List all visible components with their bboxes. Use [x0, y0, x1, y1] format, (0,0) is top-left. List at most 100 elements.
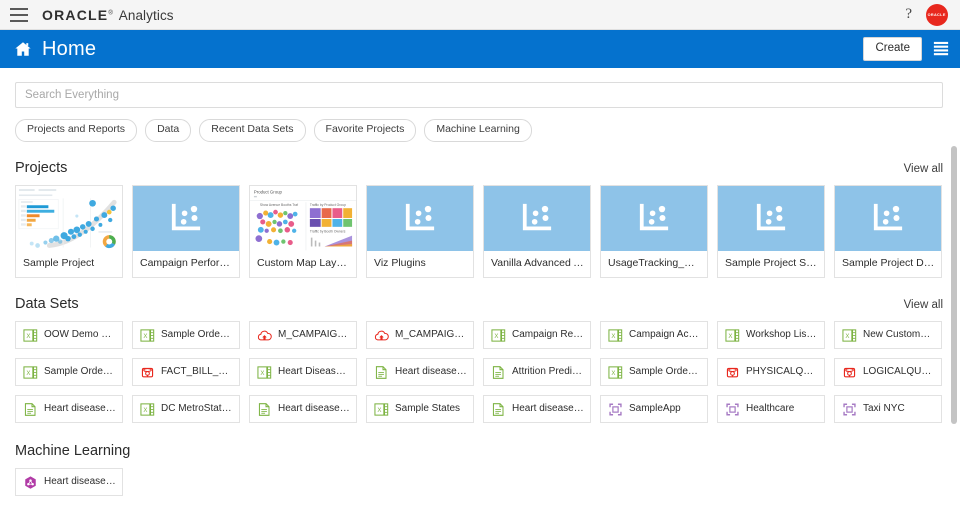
project-card[interactable]: Sample Project SA Based — [717, 184, 825, 279]
dataset-card[interactable]: PHYSICALQUERIE... — [717, 358, 825, 387]
dataset-label: Heart disease likel... — [512, 403, 584, 415]
dataset-card[interactable]: Taxi NYC — [834, 395, 942, 424]
database-icon — [141, 367, 154, 378]
project-card[interactable]: UsageTracking_Sample — [600, 184, 708, 279]
svg-text:Product Group: Product Group — [254, 189, 283, 194]
dataset-label: M_CAMPAIGN_RE... — [278, 329, 350, 341]
dataset-card[interactable]: Attrition Predicted ... — [483, 358, 591, 387]
filter-pill-machine-learning[interactable]: Machine Learning — [424, 119, 532, 142]
dataset-card[interactable]: X Sample Order Lines — [15, 358, 123, 387]
project-thumbnail — [367, 185, 473, 251]
scatter-placeholder-icon — [873, 204, 903, 231]
dataset-card[interactable]: X Workshop List Aug... — [717, 321, 825, 350]
dataset-label: Heart Disease likel... — [278, 366, 350, 378]
project-card[interactable]: Sample Project DB Based — [834, 184, 942, 279]
project-label: UsageTracking_Sample — [608, 256, 707, 269]
hamburger-icon[interactable] — [10, 7, 28, 22]
dataset-label: Heart disease likel... — [44, 403, 116, 415]
scatter-placeholder-icon — [171, 204, 201, 231]
create-button[interactable]: Create — [863, 36, 922, 62]
content-scrollbar-thumb[interactable] — [951, 146, 957, 424]
project-label: Sample Project — [23, 256, 95, 269]
dataset-card[interactable]: Heart disease likel... — [15, 395, 123, 424]
excel-icon: X — [23, 366, 38, 379]
svg-text:X: X — [377, 407, 381, 414]
search-input[interactable] — [15, 82, 943, 108]
dataset-label: M_CAMPAIGN_AC... — [395, 329, 467, 341]
dataset-card[interactable]: X OOW Demo Booth... — [15, 321, 123, 350]
project-card[interactable]: Vanilla Advanced Analytics — [483, 184, 591, 279]
filter-pill-favorite-projects[interactable]: Favorite Projects — [313, 119, 417, 142]
project-card[interactable]: Viz Plugins — [366, 184, 474, 279]
excel-icon: X — [140, 403, 155, 416]
home-icon[interactable] — [14, 40, 32, 58]
page-header: Home Create — [0, 30, 960, 68]
excel-icon: X — [374, 403, 389, 416]
file-icon — [258, 402, 270, 416]
dataset-card[interactable]: X Sample Orders R E... — [132, 321, 240, 350]
ml-model-label: Heart disease likel... — [44, 476, 116, 488]
svg-text:X: X — [260, 370, 264, 377]
dataset-card[interactable]: Heart disease likel... — [483, 395, 591, 424]
svg-text:X: X — [845, 333, 849, 340]
filter-pill-data[interactable]: Data — [145, 119, 192, 142]
dataset-card[interactable]: X DC MetroStationsL... — [132, 395, 240, 424]
dataset-label: Taxi NYC — [863, 403, 905, 415]
dataset-card[interactable]: Healthcare — [717, 395, 825, 424]
project-thumbnail — [718, 185, 824, 251]
dataset-card[interactable]: X Campaign Revenue — [483, 321, 591, 350]
filter-pill-list: Projects and Reports Data Recent Data Se… — [0, 108, 960, 142]
dataset-card[interactable]: M_CAMPAIGN_RE... — [249, 321, 357, 350]
dataset-label: SampleApp — [629, 403, 681, 415]
datasets-view-all-link[interactable]: View all — [904, 299, 943, 312]
brand-product-name: Analytics — [118, 7, 174, 23]
dataset-card[interactable]: FACT_BILL_REV_S... — [132, 358, 240, 387]
cloud-icon — [374, 330, 389, 341]
dataset-card[interactable]: X New Customers Pr... — [834, 321, 942, 350]
trademark-mark: ® — [108, 9, 113, 16]
dataset-label: Heart disease likel... — [278, 403, 350, 415]
dataset-card[interactable]: M_CAMPAIGN_AC... — [366, 321, 474, 350]
dataset-card[interactable]: LOGICALQUERIES... — [834, 358, 942, 387]
project-card[interactable]: Product Group Show Avenue Booths Traf Tr… — [249, 184, 357, 279]
project-thumbnail — [133, 185, 239, 251]
filter-pill-projects-and-reports[interactable]: Projects and Reports — [15, 119, 138, 142]
dataset-label: Sample Orders R E... — [161, 329, 233, 341]
file-icon — [375, 365, 387, 379]
dataset-card[interactable]: Heart disease likel... — [366, 358, 474, 387]
project-thumbnail — [16, 185, 122, 251]
machine-learning-section-title: Machine Learning — [15, 443, 131, 460]
dataset-label: Campaign Activity — [629, 329, 701, 341]
dataset-card[interactable]: X Heart Disease likel... — [249, 358, 357, 387]
dataset-card[interactable]: Heart disease likel... — [249, 395, 357, 424]
project-card[interactable]: Sample Project — [15, 184, 123, 279]
project-card[interactable]: Campaign Performance ... — [132, 184, 240, 279]
avatar-label: ORACLE — [927, 12, 947, 17]
help-icon[interactable]: ? — [905, 7, 912, 22]
excel-icon: X — [725, 329, 740, 342]
dataset-label: Sample Orders R E... — [629, 366, 701, 378]
svg-text:X: X — [143, 333, 147, 340]
projects-section-header: Projects View all — [0, 160, 960, 176]
dataset-card[interactable]: SampleApp — [600, 395, 708, 424]
dataset-card[interactable]: X Sample Orders R E... — [600, 358, 708, 387]
projects-view-all-link[interactable]: View all — [904, 163, 943, 176]
database-icon — [843, 367, 856, 378]
svg-text:X: X — [611, 333, 615, 340]
dataset-label: New Customers Pr... — [863, 329, 935, 341]
project-label: Sample Project DB Based — [842, 256, 941, 269]
svg-text:X: X — [26, 333, 30, 340]
dataset-card[interactable]: X Campaign Activity — [600, 321, 708, 350]
svg-text:Show Avenue Booths Traf: Show Avenue Booths Traf — [260, 203, 298, 207]
database-icon — [726, 367, 739, 378]
filter-pill-recent-data-sets[interactable]: Recent Data Sets — [199, 119, 306, 142]
cloud-icon — [257, 330, 272, 341]
ml-model-card[interactable]: Heart disease likel... — [15, 468, 123, 497]
project-label: Viz Plugins — [374, 256, 426, 269]
datasets-row: X Sample Order Lines FACT_BILL_REV_S... … — [0, 358, 960, 387]
avatar[interactable]: ORACLE — [926, 3, 948, 26]
project-thumbnail: Product Group Show Avenue Booths Traf Tr… — [250, 185, 356, 251]
list-view-icon[interactable] — [932, 41, 950, 57]
machine-learning-row: Heart disease likel... — [0, 468, 960, 497]
dataset-card[interactable]: X Sample States — [366, 395, 474, 424]
